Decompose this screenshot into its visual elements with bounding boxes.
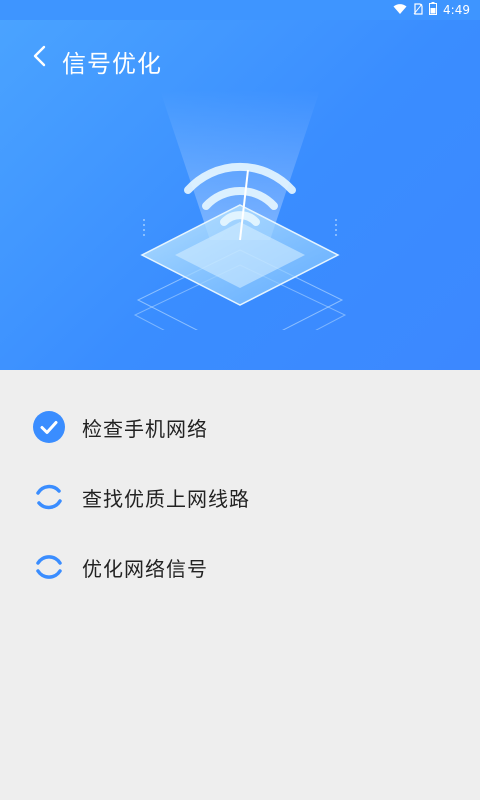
- optimization-steps: 检查手机网络 查找优质上网线路 优化网络信号: [0, 370, 480, 800]
- check-circle-icon: [32, 410, 66, 444]
- status-icons: 4:49: [393, 2, 470, 18]
- no-sim-icon: [413, 2, 423, 18]
- back-button[interactable]: [26, 42, 54, 70]
- page-title: 信号优化: [62, 50, 162, 78]
- app-bar: 信号优化: [0, 20, 480, 78]
- step-label: 查找优质上网线路: [82, 486, 250, 511]
- step-optimize-signal: 优化网络信号: [32, 550, 208, 584]
- step-find-route: 查找优质上网线路: [32, 480, 250, 514]
- step-label: 检查手机网络: [82, 416, 208, 441]
- wifi-icon: [393, 3, 407, 18]
- spinner-icon: [32, 480, 66, 514]
- battery-icon: [429, 2, 438, 18]
- step-label: 优化网络信号: [82, 556, 208, 581]
- step-check-network: 检查手机网络: [32, 410, 208, 444]
- wifi-illustration: [133, 90, 347, 330]
- chevron-left-icon: [33, 45, 46, 67]
- status-time: 4:49: [443, 3, 470, 17]
- spinner-icon: [32, 550, 66, 584]
- status-bar: 4:49: [0, 0, 480, 20]
